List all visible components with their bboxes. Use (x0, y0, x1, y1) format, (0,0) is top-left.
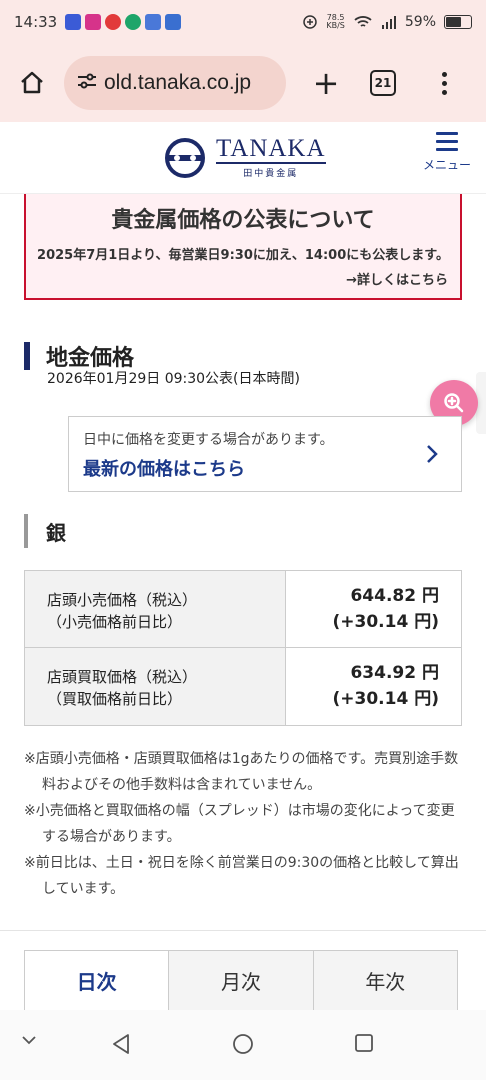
nav-collapse-button[interactable] (20, 1034, 38, 1046)
back-triangle-icon (113, 1034, 129, 1054)
price-value-cell: 634.92 円 (+30.14 円) (286, 648, 461, 725)
notice-detail-link[interactable]: →詳しくはこちら (26, 269, 448, 288)
logo-text-en: TANAKA (216, 135, 326, 164)
price-label-line1: 店頭小売価格（税込） (47, 591, 198, 609)
home-button[interactable] (12, 63, 52, 103)
period-tabs: 日次 月次 年次 (24, 950, 458, 1010)
yahoo-icon (65, 14, 82, 30)
metal-heading: 銀 (24, 514, 66, 548)
nav-home-button[interactable] (231, 1032, 255, 1056)
price-label: 店頭小売価格（税込） （小売価格前日比） (25, 571, 286, 647)
network-speed: 78.5 KB/S (326, 14, 345, 30)
price-label-line2: （買取価格前日比） (47, 690, 183, 708)
data-saver-icon (303, 15, 318, 29)
price-change: (+30.14 円) (332, 612, 439, 632)
tune-icon[interactable] (76, 71, 98, 95)
system-nav-bar (0, 1010, 486, 1080)
tab-switcher-button[interactable]: 21 (370, 70, 396, 96)
edge-icon (125, 14, 142, 30)
speed-unit: KB/S (326, 21, 345, 30)
battery-icon (444, 15, 472, 29)
notification-icons (65, 14, 182, 30)
metal-accent-bar (24, 514, 28, 548)
signal-icon (381, 16, 396, 29)
price-value: 644.82 円 (350, 586, 439, 606)
app-red-icon (105, 14, 122, 30)
table-row: 店頭買取価格（税込） （買取価格前日比） 634.92 円 (+30.14 円) (25, 648, 461, 725)
notes: ※店頭小売価格・店頭買取価格は1gあたりの価格です。売買別途手数料およびその他手… (24, 746, 464, 902)
menu-label: メニュー (422, 158, 471, 172)
wifi-icon (354, 16, 372, 27)
battery-percent: 59% (404, 14, 436, 30)
new-tab-button[interactable]: + (306, 64, 346, 102)
price-label-line1: 店頭買取価格（税込） (47, 668, 198, 686)
site-header: TANAKA 田中貴金属 メニュー (0, 122, 486, 194)
square-recents-icon (355, 1034, 373, 1052)
logo-text-jp: 田中貴金属 (243, 169, 299, 179)
price-value-cell: 644.82 円 (+30.14 円) (286, 571, 461, 647)
tanaka-logo[interactable]: TANAKA 田中貴金属 (164, 136, 326, 179)
zoom-in-icon (444, 393, 464, 413)
update-card-subtitle: 日中に価格を変更する場合があります。 (83, 432, 334, 448)
note-item: ※店頭小売価格・店頭買取価格は1gあたりの価格です。売買別途手数料およびその他手… (24, 751, 459, 793)
app-blue-icon (145, 14, 162, 30)
price-label-line2: （小売価格前日比） (47, 613, 183, 631)
status-time: 14:33 (14, 13, 58, 31)
note-item: ※前日比は、土日・祝日を除く前営業日の9:30の価格と比較して算出しています。 (24, 855, 459, 897)
price-change: (+30.14 円) (332, 689, 439, 709)
tab-monthly[interactable]: 月次 (169, 951, 314, 1010)
logo-mark-icon (165, 137, 205, 178)
browser-toolbar: old.tanaka.co.jp + 21 (0, 44, 486, 122)
circle-home-icon (233, 1034, 253, 1054)
chevron-down-icon (22, 1036, 36, 1045)
more-vert-icon[interactable] (434, 71, 454, 95)
address-bar[interactable]: old.tanaka.co.jp (64, 56, 286, 110)
metal-name: 銀 (46, 520, 66, 545)
price-label: 店頭買取価格（税込） （買取価格前日比） (25, 648, 286, 725)
tab-daily[interactable]: 日次 (25, 951, 170, 1010)
latest-price-link[interactable]: 最新の価格はこちら (83, 455, 447, 481)
tab-yearly[interactable]: 年次 (313, 951, 457, 1010)
price-table: 店頭小売価格（税込） （小売価格前日比） 644.82 円 (+30.14 円)… (24, 570, 462, 726)
hamburger-icon (418, 132, 476, 151)
price-value: 634.92 円 (350, 663, 439, 683)
notice-title: 貴金属価格の公表について (111, 208, 375, 233)
chevron-right-icon (427, 445, 438, 463)
url-text: old.tanaka.co.jp (104, 71, 252, 94)
status-bar: 14:33 78.5 KB/S 59% (0, 0, 486, 44)
nav-recents-button[interactable] (353, 1032, 375, 1054)
chart-app-icon (165, 14, 182, 30)
home-icon (21, 71, 43, 94)
latest-price-card[interactable]: 日中に価格を変更する場合があります。 最新の価格はこちら (68, 416, 462, 492)
instagram-icon (85, 14, 102, 30)
section-accent-bar (24, 342, 30, 370)
table-row: 店頭小売価格（税込） （小売価格前日比） 644.82 円 (+30.14 円) (25, 571, 461, 648)
notice-body: 2025年7月1日より、毎営業日9:30に加え、14:00にも公表します。 (37, 248, 449, 263)
note-item: ※小売価格と買取価格の幅（スプレッド）は市場の変化によって変更する場合があります… (24, 803, 455, 845)
divider (0, 930, 486, 931)
notice-banner: 貴金属価格の公表について 2025年7月1日より、毎営業日9:30に加え、14:… (24, 194, 462, 300)
plus-icon: + (312, 64, 340, 102)
menu-button[interactable]: メニュー (418, 132, 476, 173)
nav-back-button[interactable] (110, 1032, 132, 1056)
published-time: 2026年01月29日 09:30公表(日本時間) (47, 371, 300, 387)
